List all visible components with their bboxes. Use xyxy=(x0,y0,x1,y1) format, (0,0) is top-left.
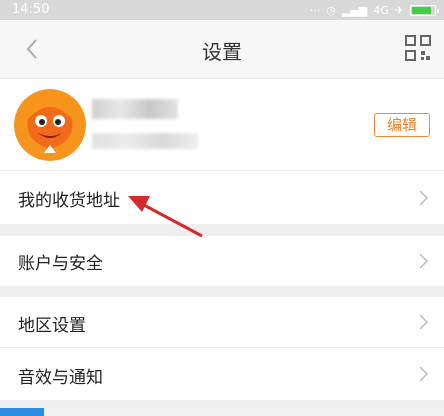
annotation-arrow xyxy=(128,196,203,238)
